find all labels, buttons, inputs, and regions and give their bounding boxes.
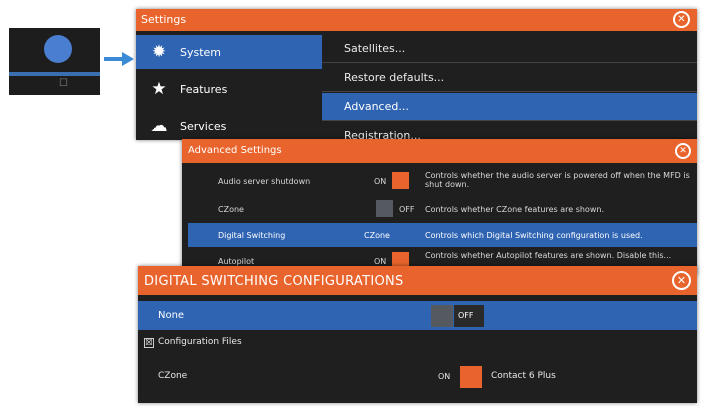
setting-description: Controls whether the audio server is pow… [425,171,690,189]
sidebar-item-label: System [180,46,222,59]
cloud-icon: ☁ [150,116,168,136]
advanced-title: Advanced Settings [188,145,282,156]
toggle-state: ON [374,177,387,186]
close-icon[interactable]: ✕ [675,143,691,159]
option-row-czone[interactable]: CZone ON Contact 6 Plus [138,362,697,392]
setting-label: Audio server shutdown [218,177,311,186]
toggle-state: ON [438,372,451,381]
toggle-state: ON [374,257,387,266]
toggle-state: OFF [399,205,415,214]
option-row-none[interactable]: None OFF [138,301,697,330]
setting-row-audio-server-shutdown[interactable]: Audio server shutdown ON Controls whethe… [188,169,697,193]
option-label: CZone [158,371,188,381]
setting-row-czone[interactable]: CZone OFF Controls whether CZone feature… [188,197,697,221]
checkbox[interactable]: ☒ [144,338,154,348]
menu-item-advanced[interactable]: Advanced... [322,93,697,121]
menu-item-label: Restore defaults... [344,71,445,84]
home-button-icon [44,35,72,63]
sidebar-item-services[interactable]: ☁ Services [136,109,322,143]
thumbnail-highlight [9,72,100,76]
menu-item-satellites[interactable]: Satellites... [322,35,697,63]
setting-label: Autopilot [218,257,255,266]
group-row-configuration-files[interactable]: ☒ Configuration Files [138,333,697,353]
group-label: Configuration Files [158,337,242,347]
settings-title-bar: Settings ✕ [136,9,697,31]
setting-label: Digital Switching [218,231,286,240]
setting-description: Controls whether Autopilot features are … [425,251,672,260]
sidebar-item-features[interactable]: ★ Features [136,72,322,106]
settings-title: Settings [141,13,187,26]
menu-item-label: Advanced... [344,100,409,113]
advanced-settings-dialog: Advanced Settings ✕ Audio server shutdow… [182,139,697,275]
close-icon[interactable]: ✕ [672,271,691,290]
settings-dialog: Settings ✕ ✹ System ★ Features ☁ Service… [136,9,697,150]
star-icon: ★ [151,79,167,99]
close-icon[interactable]: ✕ [673,11,690,28]
option-label: None [158,310,185,321]
digital-switching-dialog: DIGITAL SWITCHING CONFIGURATIONS ✕ None … [138,266,697,403]
menu-item-label: Satellites... [344,42,406,55]
toggle-state: OFF [458,311,474,320]
digital-switching-title: DIGITAL SWITCHING CONFIGURATIONS [144,274,404,289]
toggle-switch-on[interactable] [392,172,409,189]
thumbnail-icon: ☐ [59,78,68,89]
setting-row-digital-switching[interactable]: Digital Switching CZone Controls which D… [188,223,697,247]
menu-item-restore-defaults[interactable]: Restore defaults... [322,64,697,92]
option-value: Contact 6 Plus [491,371,556,381]
toggle-switch-on[interactable] [460,366,482,388]
sidebar-item-label: Services [180,120,227,133]
setting-label: CZone [218,205,244,214]
arrow-right-icon [104,52,134,66]
device-thumbnail: ☐ [9,28,100,95]
sidebar-item-label: Features [180,83,228,96]
setting-description: Controls whether CZone features are show… [425,205,604,214]
sidebar-item-system[interactable]: ✹ System [136,35,322,69]
setting-description: Controls which Digital Switching configu… [425,231,643,240]
setting-value: CZone [364,231,390,240]
gear-icon: ✹ [151,42,167,62]
toggle-state-box: OFF [454,305,484,327]
advanced-title-bar: Advanced Settings ✕ [182,139,697,163]
digital-switching-title-bar: DIGITAL SWITCHING CONFIGURATIONS ✕ [138,266,697,295]
toggle-switch-off[interactable] [431,305,453,327]
toggle-switch-off[interactable] [376,200,393,217]
